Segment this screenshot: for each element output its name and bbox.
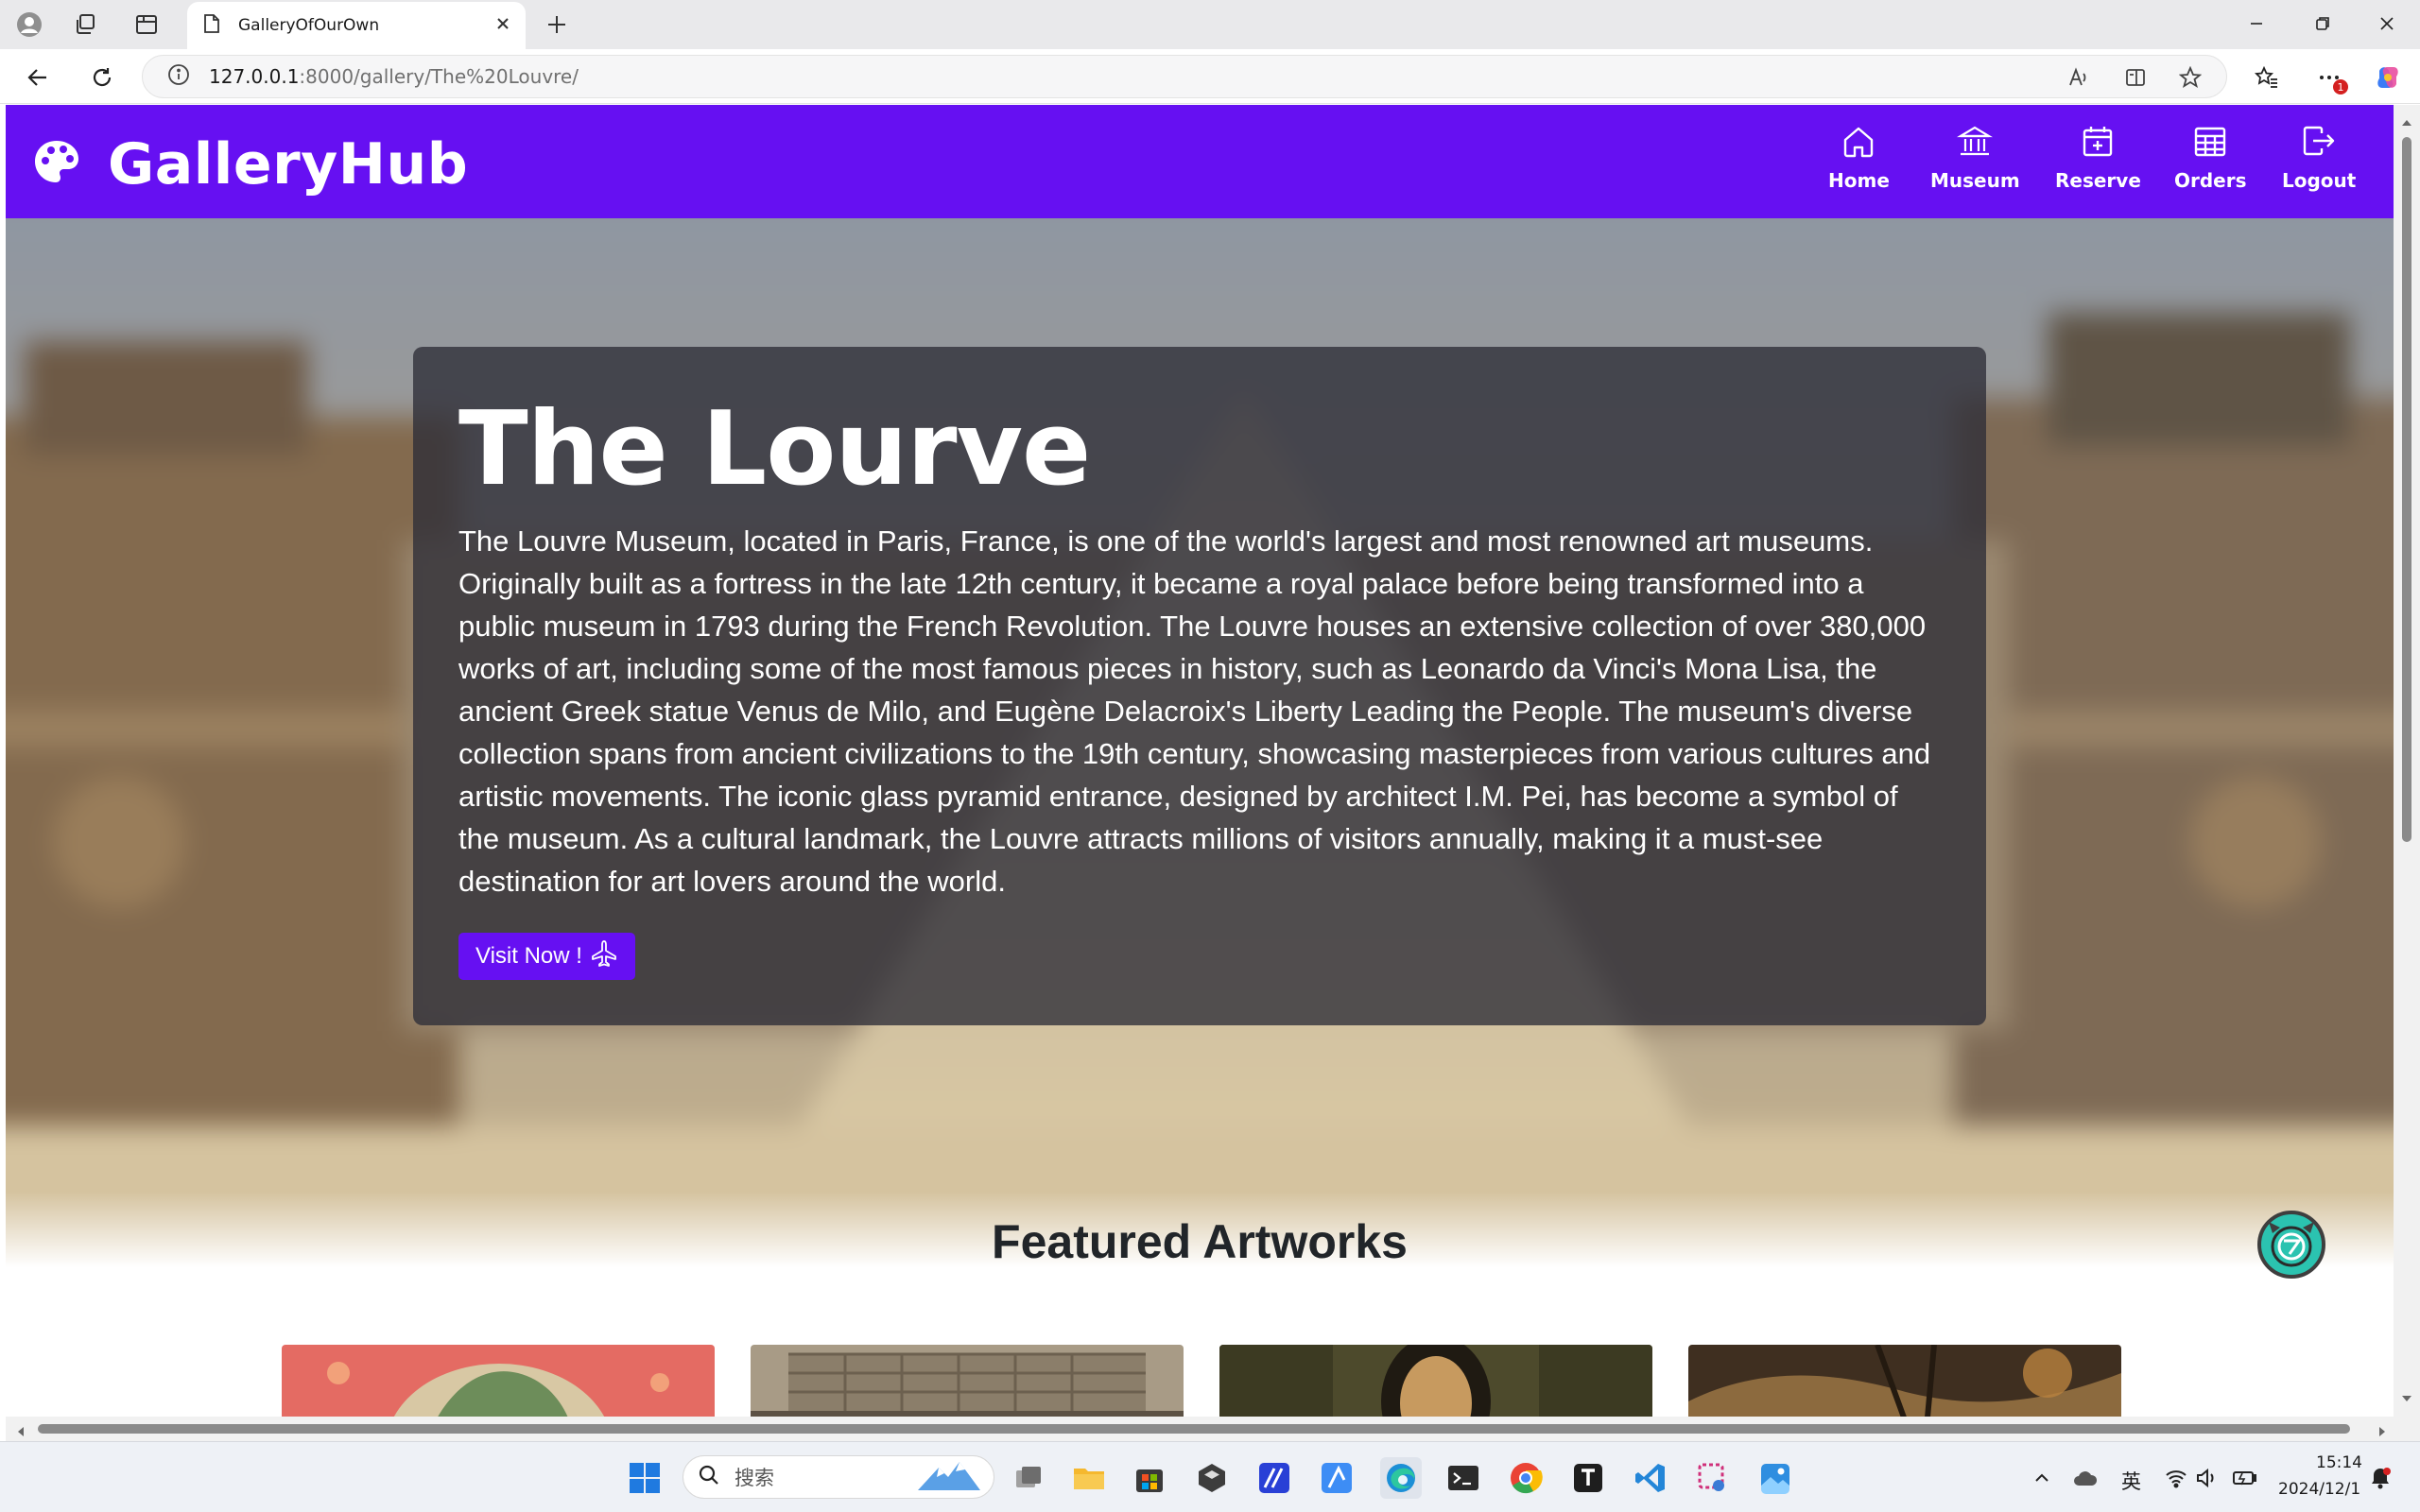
nav-orders[interactable]: Orders — [2174, 124, 2247, 192]
scroll-left-icon[interactable] — [15, 1423, 26, 1441]
onedrive-cloud-icon[interactable] — [2065, 1457, 2106, 1499]
nav-home-label: Home — [1828, 169, 1890, 192]
immersive-reader-icon[interactable] — [2122, 64, 2149, 91]
app-icon-blue-a[interactable] — [1316, 1457, 1357, 1499]
vscode-icon[interactable] — [1630, 1457, 1671, 1499]
address-bar[interactable]: 127.0.0.1:8000/gallery/The%20Louvre/ — [142, 55, 2227, 98]
search-highlight-icon — [916, 1458, 982, 1496]
edge-browser-icon[interactable] — [1380, 1457, 1422, 1499]
nav-logout[interactable]: Logout — [2282, 124, 2356, 192]
vertical-scroll-thumb[interactable] — [2402, 137, 2411, 842]
scroll-up-icon[interactable] — [2401, 114, 2412, 132]
featured-artworks-heading: Featured Artworks — [992, 1215, 1408, 1268]
table-icon — [2192, 124, 2228, 163]
read-aloud-icon[interactable] — [2066, 64, 2092, 91]
unity-hub-icon[interactable] — [1191, 1457, 1233, 1499]
hero-section: The Lourve The Louvre Museum, located in… — [6, 218, 2394, 1267]
museum-title: The Lourve — [458, 390, 1091, 508]
nav-home[interactable]: Home — [1828, 124, 1890, 192]
nav-reserve[interactable]: Reserve — [2055, 124, 2141, 192]
microsoft-store-icon[interactable] — [1129, 1457, 1170, 1499]
search-placeholder: 搜索 — [735, 1467, 774, 1489]
chevron-up-icon[interactable] — [2021, 1457, 2063, 1499]
artwork-thumbnail-4 — [1688, 1345, 2121, 1417]
page-icon — [202, 13, 221, 38]
nav-logout-label: Logout — [2282, 169, 2357, 192]
tab-actions-icon[interactable] — [129, 8, 164, 42]
close-window-icon[interactable] — [2354, 0, 2420, 47]
taskbar-search[interactable]: 搜索 — [683, 1455, 994, 1499]
reload-icon[interactable] — [83, 59, 121, 96]
tab-title: GalleryOfOurOwn — [238, 16, 380, 35]
artwork-card-3[interactable] — [1219, 1345, 1652, 1417]
search-icon — [699, 1465, 719, 1489]
scroll-right-icon[interactable] — [2377, 1423, 2388, 1441]
minimize-icon[interactable] — [2223, 0, 2290, 47]
artwork-card-2[interactable] — [751, 1345, 1184, 1417]
page-viewport: GalleryHub Home Museum Reserve Orders Lo… — [6, 105, 2394, 1417]
nav-museum[interactable]: Museum — [1930, 124, 2020, 192]
notification-badge: 1 — [2333, 79, 2348, 94]
hero-card: The Lourve The Louvre Museum, located in… — [413, 347, 1986, 1025]
horizontal-scroll-thumb[interactable] — [38, 1424, 2350, 1434]
clock-date[interactable]: 2024/12/1 — [2278, 1480, 2360, 1499]
palette-icon — [32, 138, 81, 191]
terminal-icon[interactable] — [1443, 1457, 1484, 1499]
chrome-icon[interactable] — [1505, 1457, 1547, 1499]
notification-bell-icon[interactable] — [2360, 1457, 2401, 1499]
calendar-plus-icon — [2080, 124, 2116, 163]
battery-icon[interactable] — [2223, 1457, 2265, 1499]
browser-toolbar: 127.0.0.1:8000/gallery/The%20Louvre/ 1 — [0, 49, 2420, 104]
site-info-icon[interactable] — [167, 63, 190, 90]
vertical-scrollbar[interactable] — [2394, 105, 2420, 1441]
ime-indicator[interactable]: 英 — [2121, 1467, 2141, 1495]
artwork-thumbnail-2 — [751, 1345, 1184, 1417]
browser-tab-active[interactable]: GalleryOfOurOwn — [187, 2, 526, 49]
close-tab-icon[interactable] — [495, 16, 510, 35]
volume-icon[interactable] — [2186, 1457, 2227, 1499]
museum-icon — [1957, 124, 1994, 163]
task-view-icon[interactable] — [1008, 1457, 1049, 1499]
typora-icon[interactable] — [1567, 1457, 1609, 1499]
visit-now-label: Visit Now ! — [475, 943, 582, 969]
brand-name: GalleryHub — [108, 131, 469, 198]
windows-start-icon[interactable] — [624, 1457, 666, 1499]
logout-icon — [2301, 124, 2337, 163]
back-icon[interactable] — [19, 59, 57, 96]
assistant-avatar-icon[interactable] — [2257, 1211, 2325, 1279]
artwork-thumbnail-3 — [1219, 1345, 1652, 1417]
snipping-tool-icon[interactable] — [1692, 1457, 1734, 1499]
favorite-star-icon[interactable] — [2177, 64, 2204, 91]
scroll-down-icon[interactable] — [2401, 1390, 2412, 1408]
horizontal-scrollbar[interactable] — [6, 1417, 2394, 1441]
visit-now-button[interactable]: Visit Now ! — [458, 933, 635, 980]
new-tab-icon[interactable] — [539, 8, 575, 42]
favorites-icon[interactable] — [2250, 60, 2284, 94]
artwork-thumbnail-1 — [282, 1345, 715, 1417]
browser-titlebar: GalleryOfOurOwn — [0, 0, 2420, 49]
site-navbar: GalleryHub Home Museum Reserve Orders Lo… — [6, 105, 2394, 218]
museum-description: The Louvre Museum, located in Paris, Fra… — [458, 524, 1931, 898]
file-explorer-icon[interactable] — [1068, 1457, 1110, 1499]
artwork-card-4[interactable] — [1688, 1345, 2121, 1417]
workspaces-icon[interactable] — [68, 8, 104, 42]
artwork-card-1[interactable] — [282, 1345, 715, 1417]
nav-reserve-label: Reserve — [2055, 169, 2141, 192]
clock-time[interactable]: 15:14 — [2316, 1453, 2362, 1472]
more-menu-icon[interactable]: 1 — [2312, 60, 2348, 94]
airplane-icon — [590, 939, 618, 974]
url-text: 127.0.0.1:8000/gallery/The%20Louvre/ — [209, 65, 579, 88]
photos-icon[interactable] — [1754, 1457, 1796, 1499]
nav-museum-label: Museum — [1930, 169, 2020, 192]
copilot-icon[interactable] — [2371, 60, 2405, 94]
nav-orders-label: Orders — [2174, 169, 2247, 192]
home-icon — [1841, 124, 1876, 163]
restore-icon[interactable] — [2290, 0, 2356, 47]
profile-icon[interactable] — [11, 8, 47, 42]
windows-taskbar: 搜索 英 15:14 2024/12/1 — [0, 1441, 2420, 1512]
app-icon-blue-slash[interactable] — [1253, 1457, 1295, 1499]
brand-link[interactable]: GalleryHub — [32, 131, 468, 198]
